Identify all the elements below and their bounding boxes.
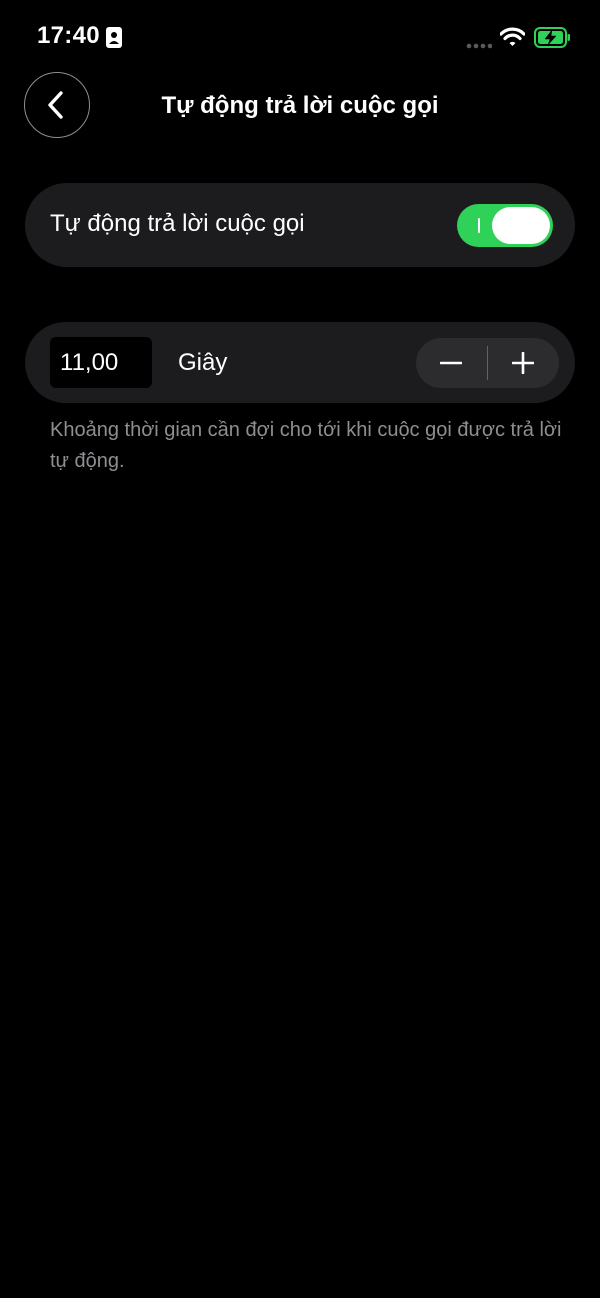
toggle-on-indicator — [478, 218, 480, 233]
page-title: Tự động trả lời cuộc gọi — [161, 92, 439, 119]
status-time: 17:40 — [37, 22, 100, 49]
battery-charging-icon — [534, 27, 571, 48]
status-bar: 17:40 — [0, 0, 600, 76]
wifi-icon — [499, 27, 526, 47]
chevron-left-icon — [48, 91, 63, 119]
auto-answer-toggle[interactable] — [457, 204, 553, 247]
increment-button[interactable] — [488, 338, 558, 388]
plus-icon — [512, 352, 534, 374]
decrement-button[interactable] — [416, 338, 486, 388]
delay-value-field[interactable]: 11,00 — [50, 337, 152, 388]
signal-dots-icon — [466, 36, 493, 49]
auto-answer-label: Tự động trả lời cuộc gọi — [50, 210, 305, 237]
delay-value: 11,00 — [60, 349, 119, 376]
person-badge-icon — [106, 27, 122, 48]
back-button[interactable] — [24, 72, 90, 138]
delay-stepper — [416, 338, 559, 388]
toggle-knob — [492, 207, 550, 244]
navigation-bar: Tự động trả lời cuộc gọi — [0, 72, 600, 140]
auto-answer-row: Tự động trả lời cuộc gọi — [25, 183, 575, 267]
delay-help-text: Khoảng thời gian cần đợi cho tới khi cuộ… — [50, 419, 562, 472]
minus-icon — [440, 361, 462, 365]
delay-row: 11,00 Giây — [25, 322, 575, 403]
delay-unit-label: Giây — [178, 349, 228, 376]
